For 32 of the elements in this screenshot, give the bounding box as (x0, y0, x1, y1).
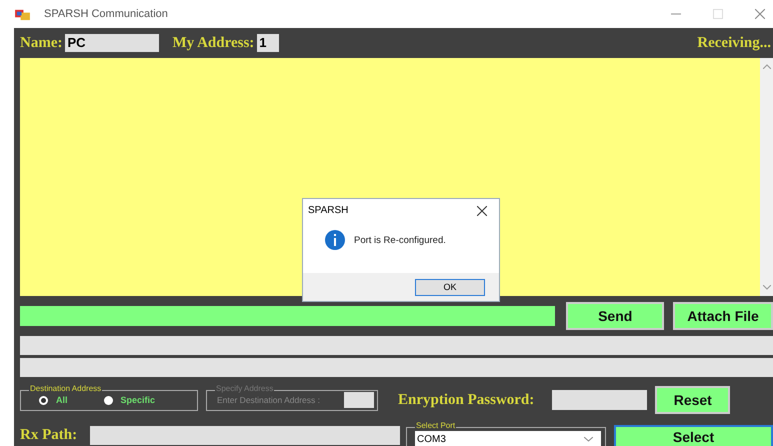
address-label: My Address: (172, 34, 254, 52)
app-icon (15, 8, 30, 20)
rx-path-label: Rx Path: (20, 426, 78, 444)
status-text: Receiving... (697, 34, 772, 52)
port-dropdown[interactable]: COM3 (415, 431, 601, 446)
maximize-icon[interactable] (713, 9, 723, 19)
reset-button[interactable]: Reset (655, 386, 730, 414)
window-title: SPARSH Communication (44, 8, 168, 20)
group-legend: Select Port (415, 421, 456, 430)
dialog-title: SPARSH (308, 205, 348, 216)
group-legend: Destination Address (29, 384, 102, 392)
close-icon[interactable] (477, 206, 487, 216)
name-label: Name: (20, 34, 62, 52)
address-field[interactable]: 1 (257, 34, 280, 52)
radio-option[interactable]: All (39, 395, 68, 405)
message-input[interactable] (20, 306, 556, 326)
select-button[interactable]: Select (614, 425, 773, 446)
dialog-message: Port is Re-configured. (354, 234, 446, 246)
info-icon (325, 230, 345, 250)
send-button[interactable]: Send (566, 302, 664, 330)
name-field[interactable]: PC (65, 34, 160, 52)
attach-file-button[interactable]: Attach File (673, 302, 773, 330)
password-label: Enryption Password: (398, 392, 534, 408)
field-label: Enter Destination Address : (217, 395, 320, 405)
chevron-icon (584, 436, 593, 442)
radio-option[interactable]: Specific (104, 395, 156, 405)
ok-button[interactable]: OK (415, 278, 485, 296)
scrollbar[interactable] (760, 58, 773, 296)
scroll-up-icon[interactable] (762, 64, 770, 69)
rx-path-field[interactable] (90, 426, 400, 444)
password-field[interactable] (552, 390, 648, 410)
scroll-down-icon[interactable] (762, 285, 770, 290)
